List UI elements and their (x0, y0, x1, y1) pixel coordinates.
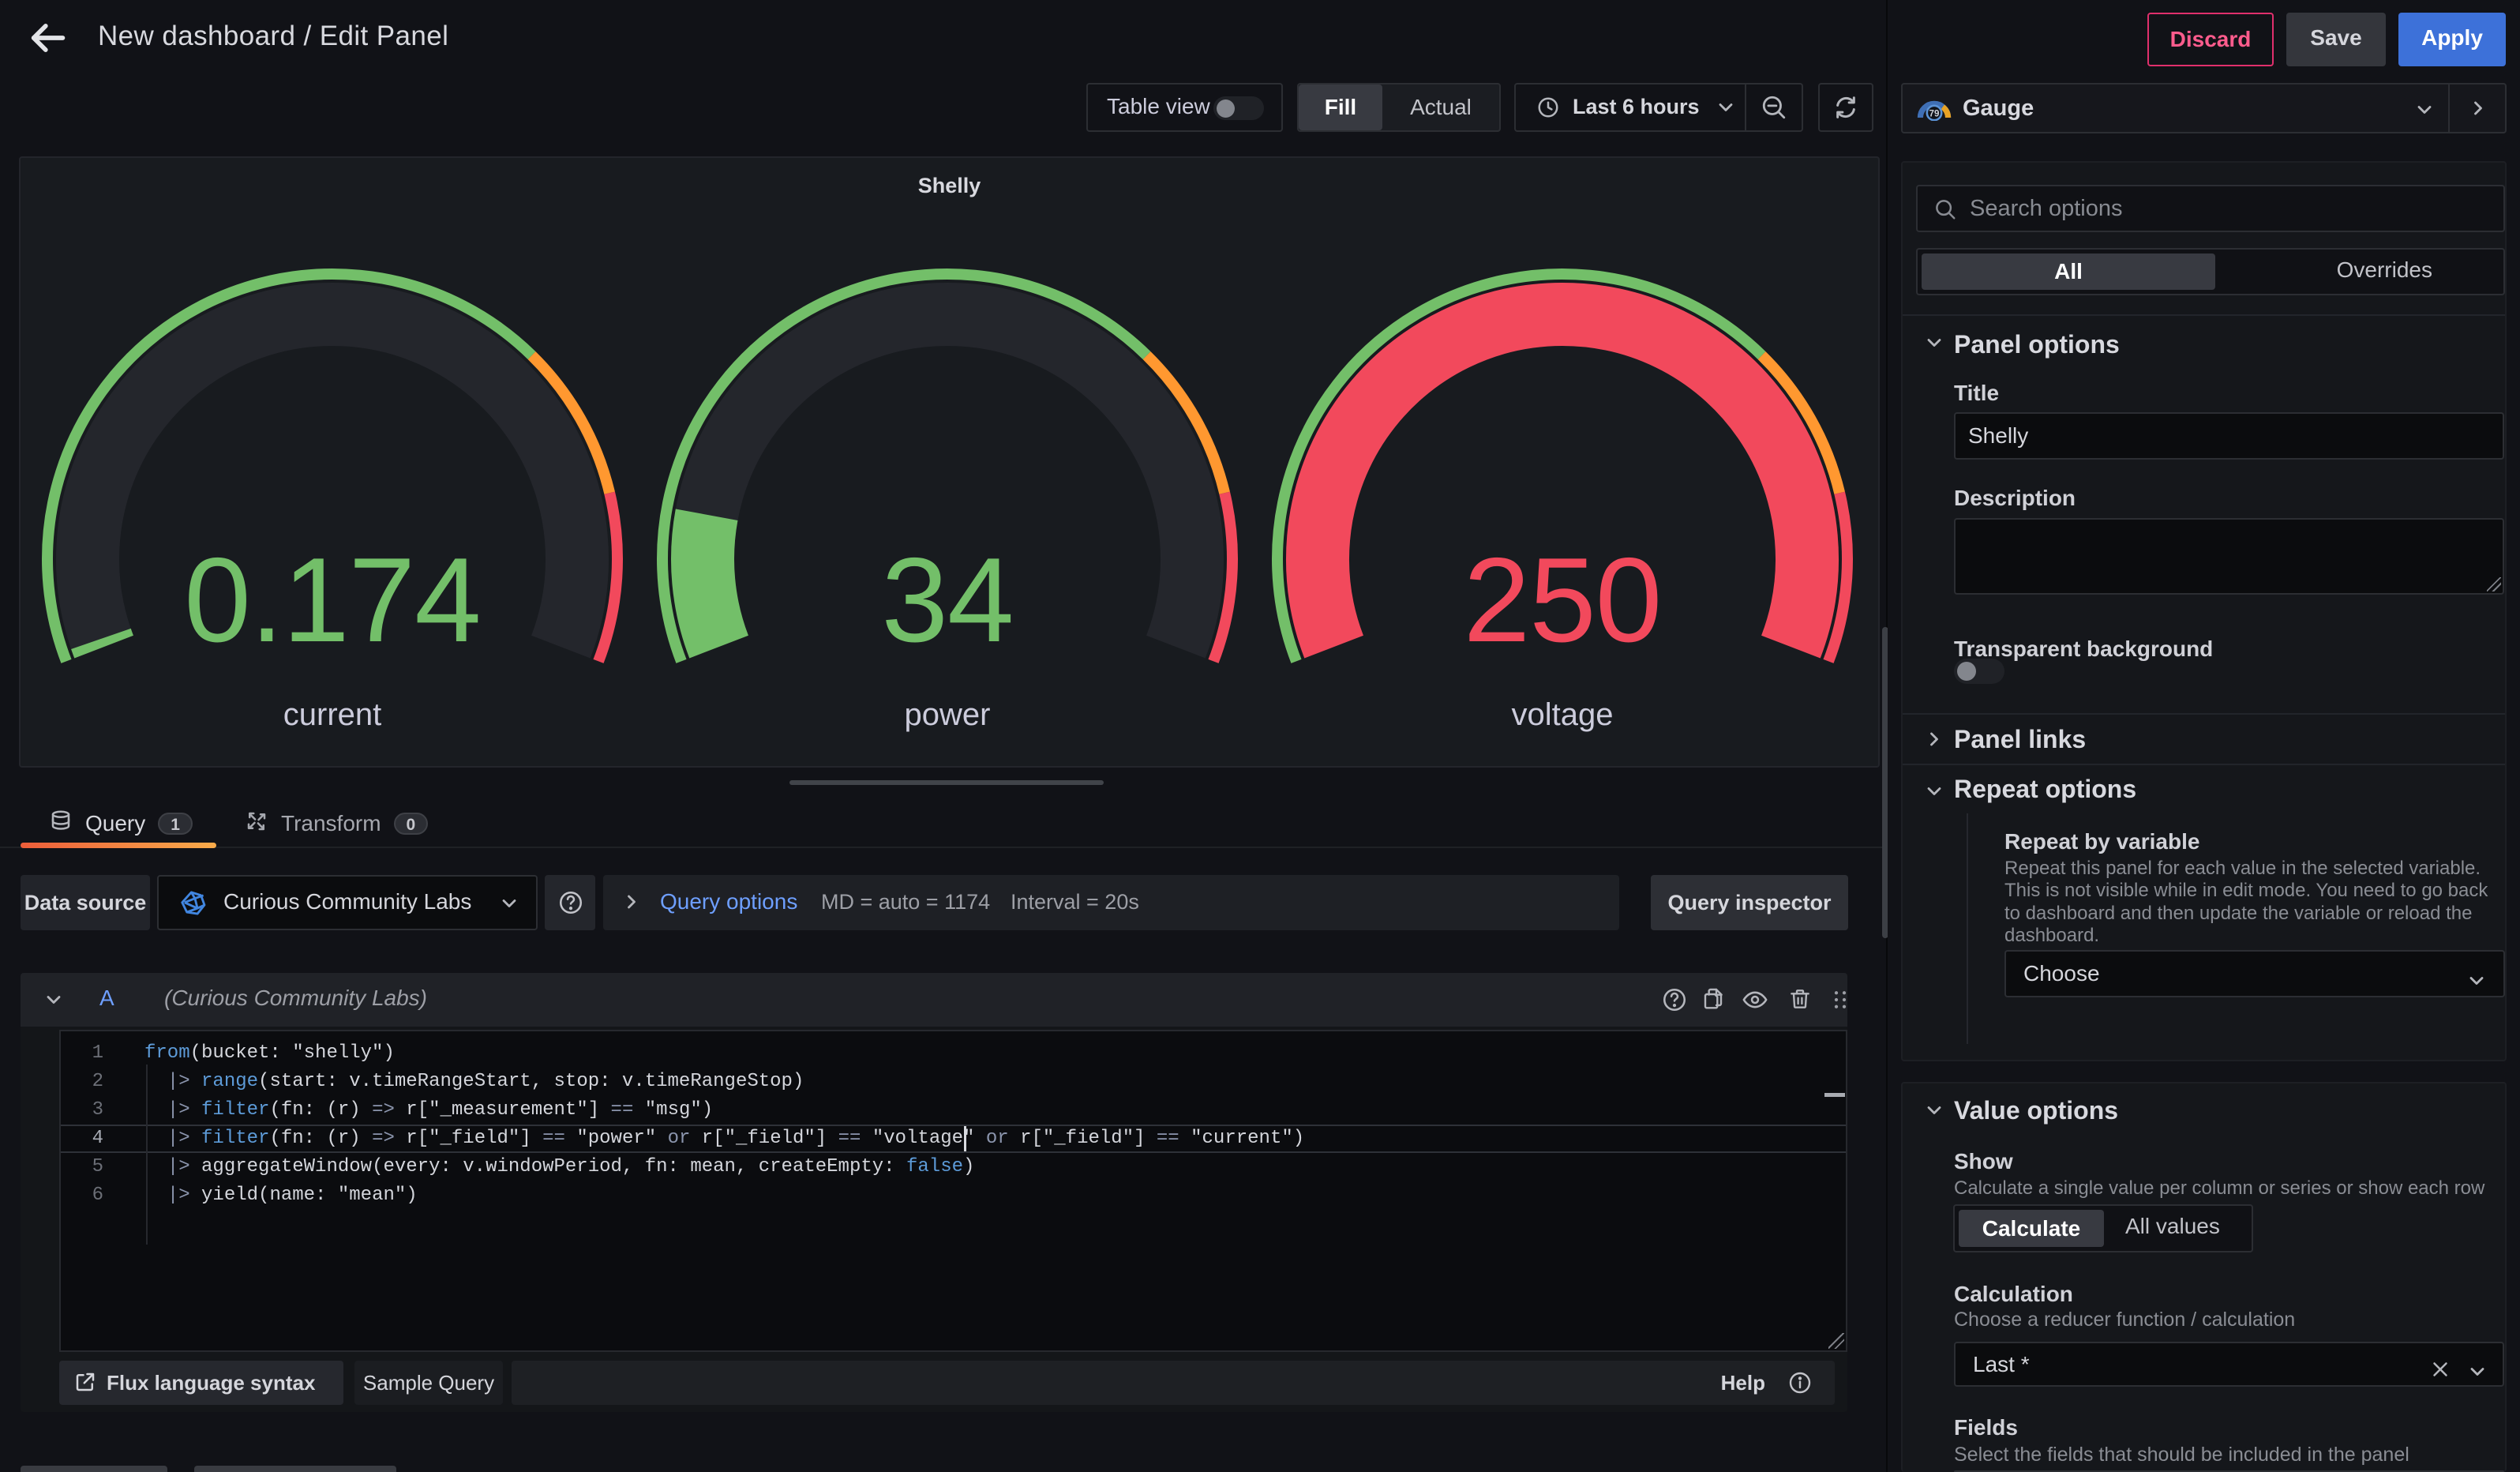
svg-text:power: power (905, 697, 991, 732)
svg-text:0.174: 0.174 (184, 533, 480, 667)
svg-text:current: current (283, 697, 382, 732)
svg-text:34: 34 (881, 533, 1013, 667)
svg-text:79: 79 (1929, 109, 1940, 119)
svg-text:voltage: voltage (1512, 697, 1614, 732)
svg-text:250: 250 (1464, 533, 1662, 667)
